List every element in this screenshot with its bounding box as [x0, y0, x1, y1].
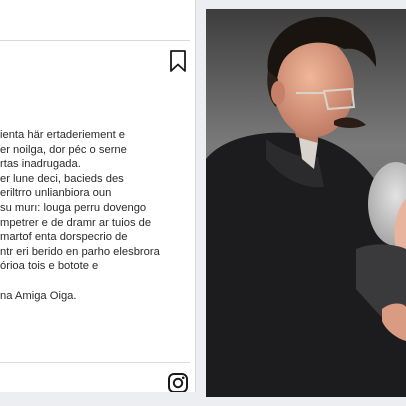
caption-signature: na Amiga Oiga. [0, 289, 77, 302]
footer-divider [0, 362, 190, 363]
instagram-icon[interactable] [167, 372, 189, 394]
bookmark-icon[interactable] [168, 49, 188, 73]
card-border [195, 0, 196, 392]
caption-line: er noilga, dor péc o serne [0, 143, 127, 156]
caption-line: órioa tois e botote e [0, 260, 99, 273]
caption-line: su murı: louga perru dovengo [0, 201, 147, 214]
header-divider [0, 40, 190, 41]
two-people-embracing-photo [206, 9, 406, 397]
caption-line: er lune deci, bacieds des [0, 172, 124, 185]
post-card: ienta här ertaderiement e er noilga, dor… [0, 0, 196, 406]
caption-line: ntr eri berido en parho elesbrora [0, 245, 160, 258]
caption-line: eriltrro unlianbiora oun [0, 187, 112, 200]
caption-line: rtas inadrugada. [0, 158, 81, 171]
caption-line: ienta här ertaderiement e [0, 129, 126, 141]
post-caption: ienta här ertaderiement e er noilga, dor… [0, 128, 196, 303]
caption-line: mpetrer e de dramr ar tuios de [0, 216, 152, 229]
card-bottom-gap [0, 392, 196, 406]
caption-line: martof enta dorspecrio de [0, 231, 128, 244]
